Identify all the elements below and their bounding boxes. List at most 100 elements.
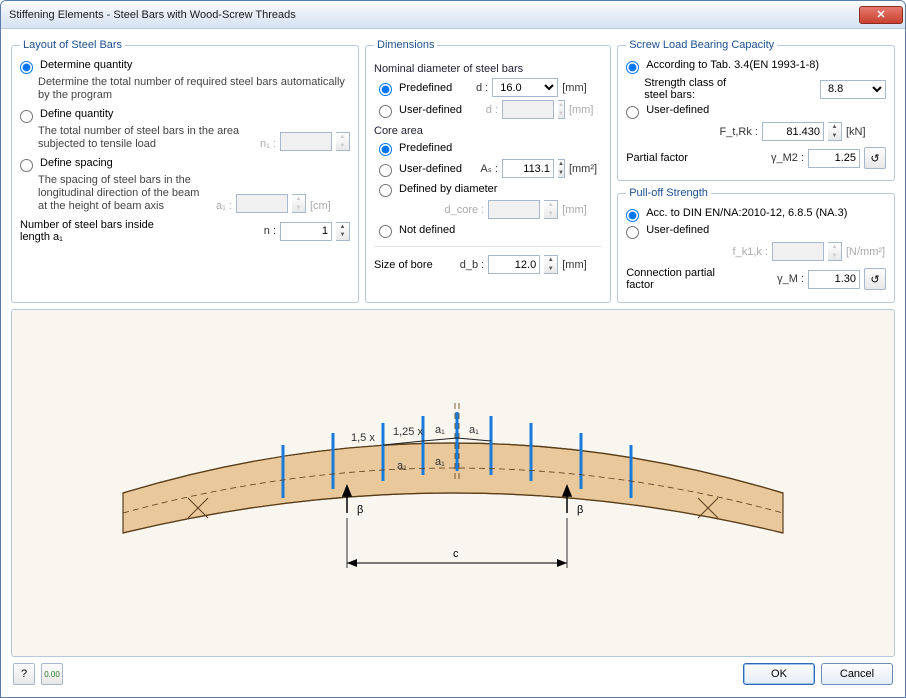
radio-define-spacing[interactable] — [20, 159, 33, 172]
close-icon: ✕ — [876, 8, 885, 21]
radio-screw-user[interactable] — [626, 106, 639, 119]
radio-pulloff-user[interactable] — [626, 226, 639, 239]
svg-text:1,5 x: 1,5 x — [351, 432, 375, 444]
label-pulloff-din: Acc. to DIN EN/NA:2010-12, 6.8.5 (NA.3) — [646, 207, 886, 219]
input-gm2[interactable] — [808, 149, 860, 168]
radio-nom-predef[interactable] — [379, 83, 392, 96]
input-db[interactable] — [488, 255, 540, 274]
svg-text:a₁: a₁ — [435, 456, 445, 468]
label-core-notdef: Not defined — [399, 224, 455, 236]
unit-ftrk: [kN] — [846, 126, 886, 138]
select-strength[interactable]: 8.8 — [820, 80, 886, 99]
group-screw-legend: Screw Load Bearing Capacity — [626, 39, 777, 51]
radio-determine-qty[interactable] — [20, 61, 33, 74]
sym-a1: a₁ : — [204, 200, 232, 213]
svg-text:1,25 x: 1,25 x — [393, 426, 423, 438]
help-icon: ? — [21, 668, 27, 680]
reset-gm2-button[interactable]: ↺ — [864, 147, 886, 169]
spinner-dcore[interactable]: ▲▼ — [544, 200, 558, 219]
unit-dcore: [mm] — [562, 204, 602, 216]
unit-as: [mm²] — [569, 163, 609, 175]
svg-text:β: β — [357, 504, 363, 516]
sym-d: d : — [460, 82, 488, 94]
label-core-dia: Defined by diameter — [399, 183, 497, 195]
spinner-d-user[interactable]: ▲▼ — [558, 100, 565, 119]
label-screw-user: User-defined — [646, 104, 886, 116]
spinner-n1[interactable]: ▲▼ — [336, 132, 350, 151]
reset-icon: ↺ — [870, 273, 879, 286]
dialog-window: Stiffening Elements - Steel Bars with Wo… — [0, 0, 906, 698]
group-pulloff-legend: Pull-off Strength — [626, 187, 711, 199]
radio-screw-tab[interactable] — [626, 61, 639, 74]
radio-pulloff-din[interactable] — [626, 209, 639, 222]
radio-define-qty[interactable] — [20, 110, 33, 123]
label-nom-predef: Predefined — [399, 82, 452, 94]
input-dcore[interactable] — [488, 200, 540, 219]
sym-ftrk: F_t,Rk : — [719, 126, 758, 138]
unit-db: [mm] — [562, 259, 602, 271]
spinner-ftrk[interactable]: ▲▼ — [828, 122, 842, 141]
help-button[interactable]: ? — [13, 663, 35, 685]
unit-d: [mm] — [562, 82, 602, 94]
spinner-fk1k[interactable]: ▲▼ — [828, 242, 842, 261]
beam-diagram: 1,5 x 1,25 x a₁ a₁ a₁ a₁ β β c — [11, 309, 895, 657]
sym-fk1k: f_k1,k : — [733, 246, 768, 258]
label-bore: Size of bore — [374, 259, 433, 271]
label-conn-partial: Connection partial factor — [626, 267, 726, 291]
svg-text:a₁: a₁ — [435, 424, 445, 436]
desc-define-spacing: The spacing of steel bars in the longitu… — [38, 174, 200, 213]
sym-gm: γ_M : — [776, 273, 804, 285]
spinner-a1[interactable]: ▲▼ — [292, 194, 306, 213]
label-partial: Partial factor — [626, 152, 688, 164]
input-a1[interactable] — [236, 194, 288, 213]
group-layout: Layout of Steel Bars Determine quantity … — [11, 39, 359, 303]
unit-fk1k: [N/mm²] — [846, 246, 886, 258]
radio-core-dia[interactable] — [379, 184, 392, 197]
label-strength: Strength class of steel bars: — [644, 77, 744, 101]
group-dimensions-legend: Dimensions — [374, 39, 437, 51]
label-core-predef: Predefined — [399, 142, 452, 154]
input-as[interactable] — [502, 159, 554, 178]
input-ftrk[interactable] — [762, 122, 824, 141]
head-core: Core area — [374, 125, 602, 137]
spinner-db[interactable]: ▲▼ — [544, 255, 558, 274]
radio-core-user[interactable] — [379, 164, 392, 177]
reset-icon: ↺ — [870, 152, 879, 165]
radio-nom-user[interactable] — [379, 105, 392, 118]
unit-a1: [cm] — [310, 200, 350, 213]
sym-db: d_b : — [456, 259, 484, 271]
input-gm[interactable] — [808, 270, 860, 289]
sym-d2: d : — [470, 104, 498, 116]
svg-text:β: β — [577, 504, 583, 516]
ruler-icon: 0.00 — [44, 670, 60, 679]
beam-svg: 1,5 x 1,25 x a₁ a₁ a₁ a₁ β β c — [83, 363, 823, 603]
input-n[interactable] — [280, 222, 332, 241]
label-screw-tab: According to Tab. 3.4(EN 1993-1-8) — [646, 59, 886, 71]
label-determine-qty: Determine quantity — [40, 59, 350, 71]
close-button[interactable]: ✕ — [859, 6, 903, 24]
spinner-n[interactable]: ▲▼ — [336, 222, 350, 241]
sym-gm2: γ_M2 : — [771, 152, 804, 164]
unit-d2: [mm] — [569, 104, 609, 116]
svg-text:a₁: a₁ — [397, 460, 407, 472]
label-core-user: User-defined — [399, 163, 462, 175]
desc-determine-qty: Determine the total number of required s… — [38, 76, 350, 102]
group-dimensions: Dimensions Nominal diameter of steel bar… — [365, 39, 611, 303]
radio-core-notdef[interactable] — [379, 225, 392, 238]
radio-core-predef[interactable] — [379, 143, 392, 156]
window-title: Stiffening Elements - Steel Bars with Wo… — [9, 9, 296, 21]
select-d[interactable]: 16.0 — [492, 78, 558, 97]
sym-as: Aₛ : — [470, 162, 498, 175]
reset-gm-button[interactable]: ↺ — [864, 268, 886, 290]
svg-text:a₁: a₁ — [469, 424, 479, 436]
spinner-as[interactable]: ▲▼ — [558, 159, 565, 178]
desc-define-qty: The total number of steel bars in the ar… — [38, 125, 244, 151]
label-define-spacing: Define spacing — [40, 157, 350, 169]
ok-button[interactable]: OK — [743, 663, 815, 685]
cancel-button[interactable]: Cancel — [821, 663, 893, 685]
input-n1[interactable] — [280, 132, 332, 151]
units-button[interactable]: 0.00 — [41, 663, 63, 685]
sym-n1: n₁ : — [248, 138, 276, 151]
input-fk1k[interactable] — [772, 242, 824, 261]
input-d-user[interactable] — [502, 100, 554, 119]
